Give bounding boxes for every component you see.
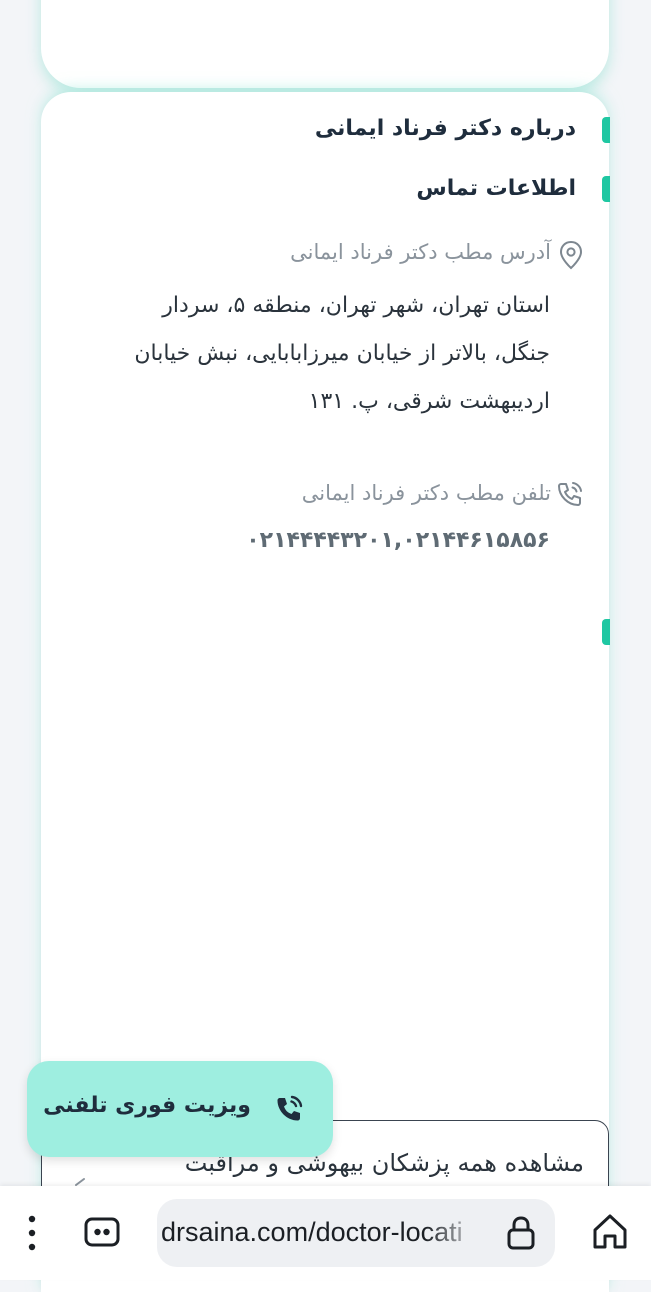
more-vert-icon[interactable]: [22, 1214, 42, 1252]
phone-ringing-icon: [558, 482, 582, 506]
lock-icon[interactable]: [506, 1215, 536, 1251]
tabs-icon[interactable]: [84, 1217, 120, 1247]
contact-accent-bar: [602, 176, 610, 202]
phone-label: تلفن مطب دکتر فرناد ایمانی: [301, 481, 551, 505]
top-card: [41, 0, 609, 88]
address-text: استان تهران، شهر تهران، منطقه ۵، سردار ج…: [134, 293, 550, 414]
browser-bottom-bar: drsaina.com/doctor-locati: [0, 1186, 651, 1280]
address-label: آدرس مطب دکتر فرناد ایمانی: [290, 240, 551, 264]
phone-call-icon: [277, 1095, 303, 1121]
home-icon[interactable]: [591, 1212, 629, 1252]
about-heading[interactable]: درباره دکتر فرناد ایمانی: [315, 116, 576, 141]
instant-phone-visit-button[interactable]: ویزیت فوری تلفنی: [27, 1061, 333, 1157]
url-text: drsaina.com/doctor-locati: [161, 1217, 463, 1247]
address-bar[interactable]: drsaina.com/doctor-locati: [157, 1199, 555, 1267]
section-accent-bar: [602, 619, 610, 645]
phone-number[interactable]: ۰۲۱۴۴۴۴۳۲۰۱,۰۲۱۴۴۶۱۵۸۵۶: [246, 528, 550, 553]
contact-heading[interactable]: اطلاعات تماس: [416, 176, 576, 201]
url-fade: [425, 1199, 495, 1267]
about-accent-bar: [602, 117, 610, 143]
location-pin-icon: [559, 240, 583, 270]
fab-label: ویزیت فوری تلفنی: [43, 1093, 251, 1118]
